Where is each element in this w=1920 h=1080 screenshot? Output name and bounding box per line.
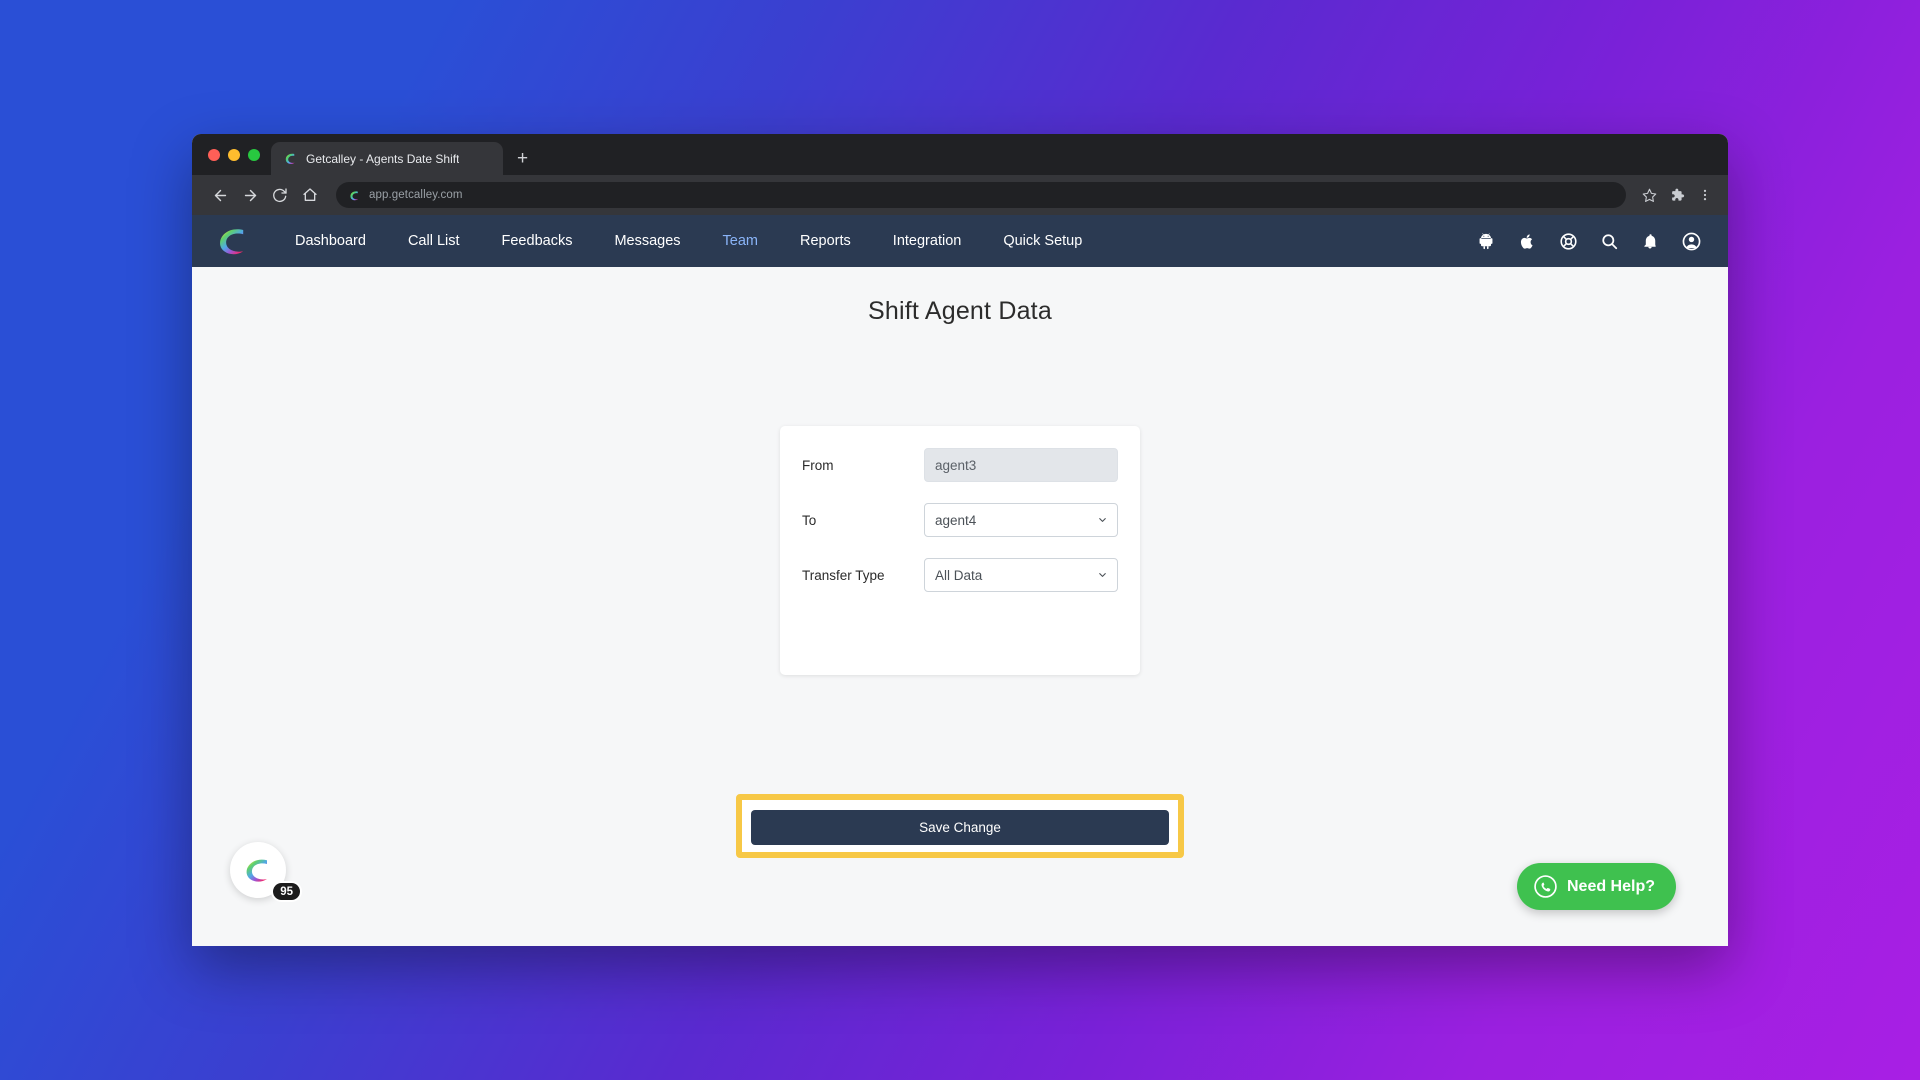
need-help-button[interactable]: Need Help? <box>1516 863 1676 910</box>
shift-agent-data-card: From agent3 To agent4 Transfer Type All … <box>780 426 1140 675</box>
save-change-button[interactable]: Save Change <box>751 810 1169 845</box>
highlight-annotation: Save Change <box>736 794 1184 858</box>
kebab-menu-icon[interactable] <box>1692 182 1718 208</box>
apple-icon[interactable] <box>1516 230 1538 252</box>
nav-item-dashboard[interactable]: Dashboard <box>274 233 387 249</box>
transfer-type-select[interactable]: All Data <box>924 558 1118 592</box>
page-content: Shift Agent Data From agent3 To agent4 T… <box>192 267 1728 946</box>
nav-item-team[interactable]: Team <box>702 233 779 249</box>
browser-toolbar: app.getcalley.com <box>192 175 1728 215</box>
nav-item-call-list[interactable]: Call List <box>387 233 481 249</box>
calley-logo-icon <box>283 151 298 166</box>
calley-floating-badge[interactable]: 95 <box>230 842 302 902</box>
browser-tab-strip: Getcalley - Agents Date Shift + <box>192 134 1728 175</box>
close-window-button[interactable] <box>208 148 220 161</box>
app-navbar: Dashboard Call List Feedbacks Messages T… <box>192 215 1728 267</box>
form-row-from: From agent3 <box>802 448 1118 482</box>
badge-count: 95 <box>271 881 302 902</box>
back-arrow-icon[interactable] <box>206 181 234 209</box>
need-help-label: Need Help? <box>1566 877 1655 895</box>
reload-icon[interactable] <box>266 181 294 209</box>
new-tab-button[interactable]: + <box>517 149 528 168</box>
extensions-puzzle-icon[interactable] <box>1664 182 1690 208</box>
window-controls <box>204 134 269 175</box>
page-title: Shift Agent Data <box>868 297 1052 325</box>
user-account-icon[interactable] <box>1680 230 1702 252</box>
browser-window: Getcalley - Agents Date Shift + app.getc… <box>192 134 1728 946</box>
nav-item-feedbacks[interactable]: Feedbacks <box>481 233 594 249</box>
address-bar-url: app.getcalley.com <box>369 189 463 201</box>
from-label: From <box>802 457 834 473</box>
home-icon[interactable] <box>296 181 324 209</box>
tab-title: Getcalley - Agents Date Shift <box>306 151 460 166</box>
to-select[interactable]: agent4 <box>924 503 1118 537</box>
app-nav-icons <box>1475 230 1702 252</box>
nav-item-reports[interactable]: Reports <box>779 233 872 249</box>
star-icon[interactable] <box>1636 182 1662 208</box>
forward-arrow-icon[interactable] <box>236 181 264 209</box>
maximize-window-button[interactable] <box>248 148 260 161</box>
nav-item-quick-setup[interactable]: Quick Setup <box>982 233 1103 249</box>
lifebuoy-support-icon[interactable] <box>1557 230 1579 252</box>
form-row-to: To agent4 <box>802 503 1118 537</box>
nav-item-integration[interactable]: Integration <box>872 233 983 249</box>
whatsapp-icon <box>1533 874 1558 899</box>
android-icon[interactable] <box>1475 230 1497 252</box>
app-nav-links: Dashboard Call List Feedbacks Messages T… <box>274 233 1103 249</box>
to-label: To <box>802 512 817 528</box>
browser-tab[interactable]: Getcalley - Agents Date Shift <box>271 142 503 175</box>
bell-notification-icon[interactable] <box>1639 230 1661 252</box>
desktop-background: Getcalley - Agents Date Shift + app.getc… <box>0 0 1920 1080</box>
minimize-window-button[interactable] <box>228 148 240 161</box>
from-input: agent3 <box>924 448 1118 482</box>
calley-logo[interactable] <box>214 223 254 259</box>
site-favicon-icon <box>348 189 361 202</box>
transfer-type-label: Transfer Type <box>802 567 885 583</box>
nav-item-messages[interactable]: Messages <box>593 233 701 249</box>
address-bar[interactable]: app.getcalley.com <box>336 182 1626 208</box>
search-icon[interactable] <box>1598 230 1620 252</box>
form-row-transfer-type: Transfer Type All Data <box>802 558 1118 592</box>
